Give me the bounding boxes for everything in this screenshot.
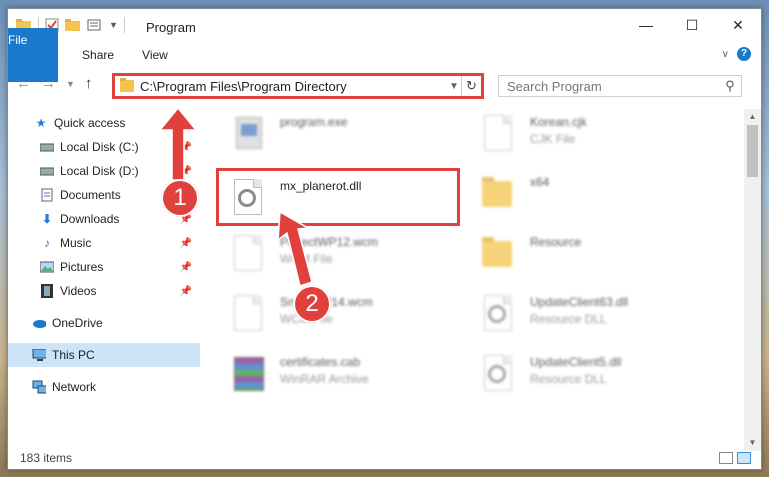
step-badge-2: 2 bbox=[293, 285, 331, 323]
annotation-arrows bbox=[158, 106, 313, 287]
step-badge-1: 1 bbox=[161, 179, 199, 217]
arrow-2 bbox=[277, 210, 313, 287]
arrow-1 bbox=[158, 106, 198, 181]
